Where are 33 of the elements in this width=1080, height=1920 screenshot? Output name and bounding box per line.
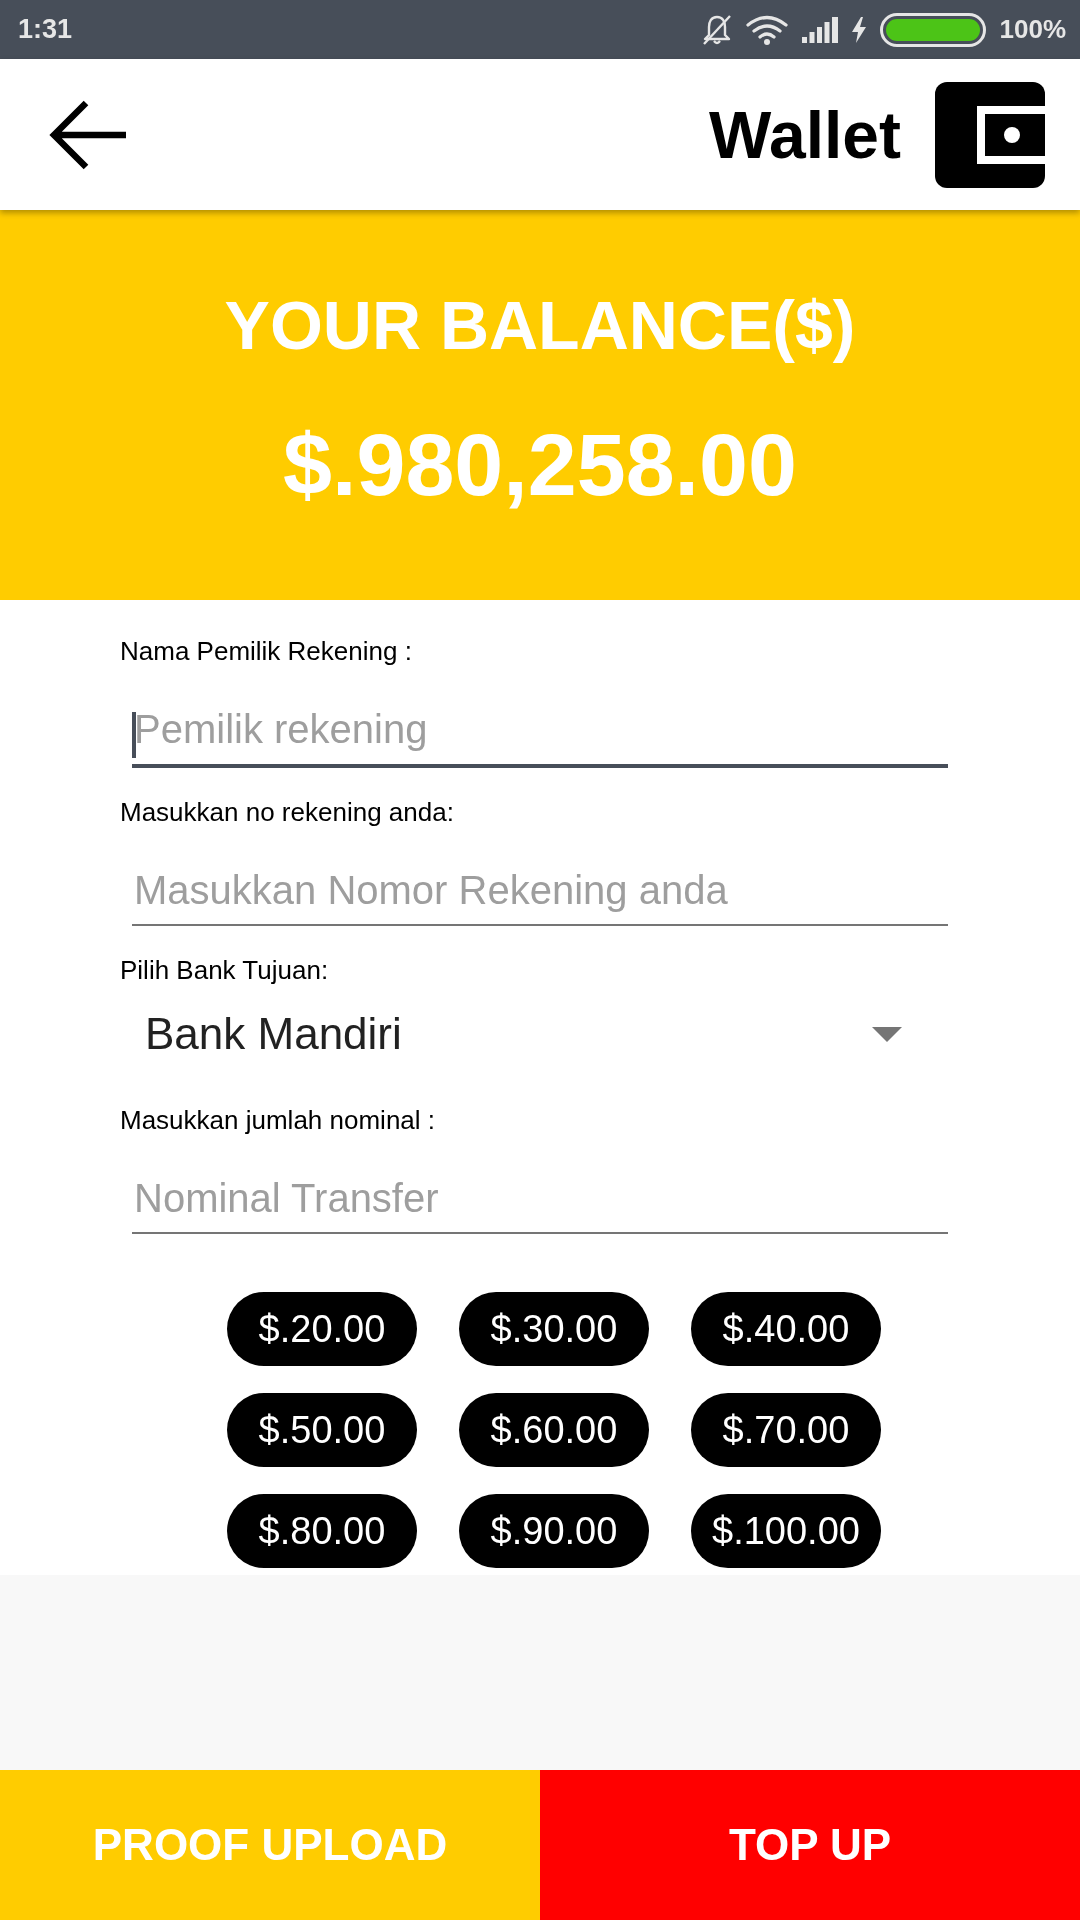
amount-chip[interactable]: $.100.00	[691, 1494, 881, 1568]
back-button[interactable]	[48, 98, 128, 171]
battery-percentage: 100%	[999, 14, 1066, 45]
action-button[interactable]: TOP UP	[540, 1770, 1080, 1920]
amount-chip[interactable]: $.80.00	[227, 1494, 417, 1568]
bell-muted-icon	[701, 13, 732, 46]
back-arrow-icon	[48, 98, 128, 171]
amount-chip[interactable]: $.40.00	[691, 1292, 881, 1366]
app-title: Wallet	[709, 96, 901, 173]
status-time: 1:31	[18, 14, 73, 45]
wifi-icon	[745, 14, 788, 45]
field-label: Masukkan jumlah nominal :	[120, 1104, 436, 1136]
text-cursor-icon	[132, 712, 136, 758]
text-input-field[interactable]: Pemilik rekening	[132, 677, 948, 768]
wallet-icon	[935, 81, 1045, 188]
dropdown-caret-icon	[872, 1026, 902, 1042]
charging-bolt-icon	[851, 16, 866, 43]
text-input-field[interactable]: Nominal Transfer	[132, 1146, 948, 1234]
balance-amount: $.980,258.00	[283, 415, 797, 515]
amount-chip[interactable]: $.20.00	[227, 1292, 417, 1366]
field-label: Masukkan no rekening anda:	[120, 796, 454, 828]
field-label: Nama Pemilik Rekening :	[120, 635, 412, 667]
amount-chip[interactable]: $.50.00	[227, 1393, 417, 1467]
balance-label: YOUR BALANCE($)	[224, 286, 856, 365]
amount-chip[interactable]: $.70.00	[691, 1393, 881, 1467]
text-input-field[interactable]: Masukkan Nomor Rekening anda	[132, 838, 948, 926]
amount-chip[interactable]: $.30.00	[459, 1292, 649, 1366]
amount-chip[interactable]: $.90.00	[459, 1494, 649, 1568]
battery-icon	[879, 12, 986, 47]
field-label: Pilih Bank Tujuan:	[120, 954, 329, 986]
bank-dropdown[interactable]: Bank Mandiri	[132, 992, 948, 1076]
amount-chip[interactable]: $.60.00	[459, 1393, 649, 1467]
signal-icon	[801, 16, 838, 43]
